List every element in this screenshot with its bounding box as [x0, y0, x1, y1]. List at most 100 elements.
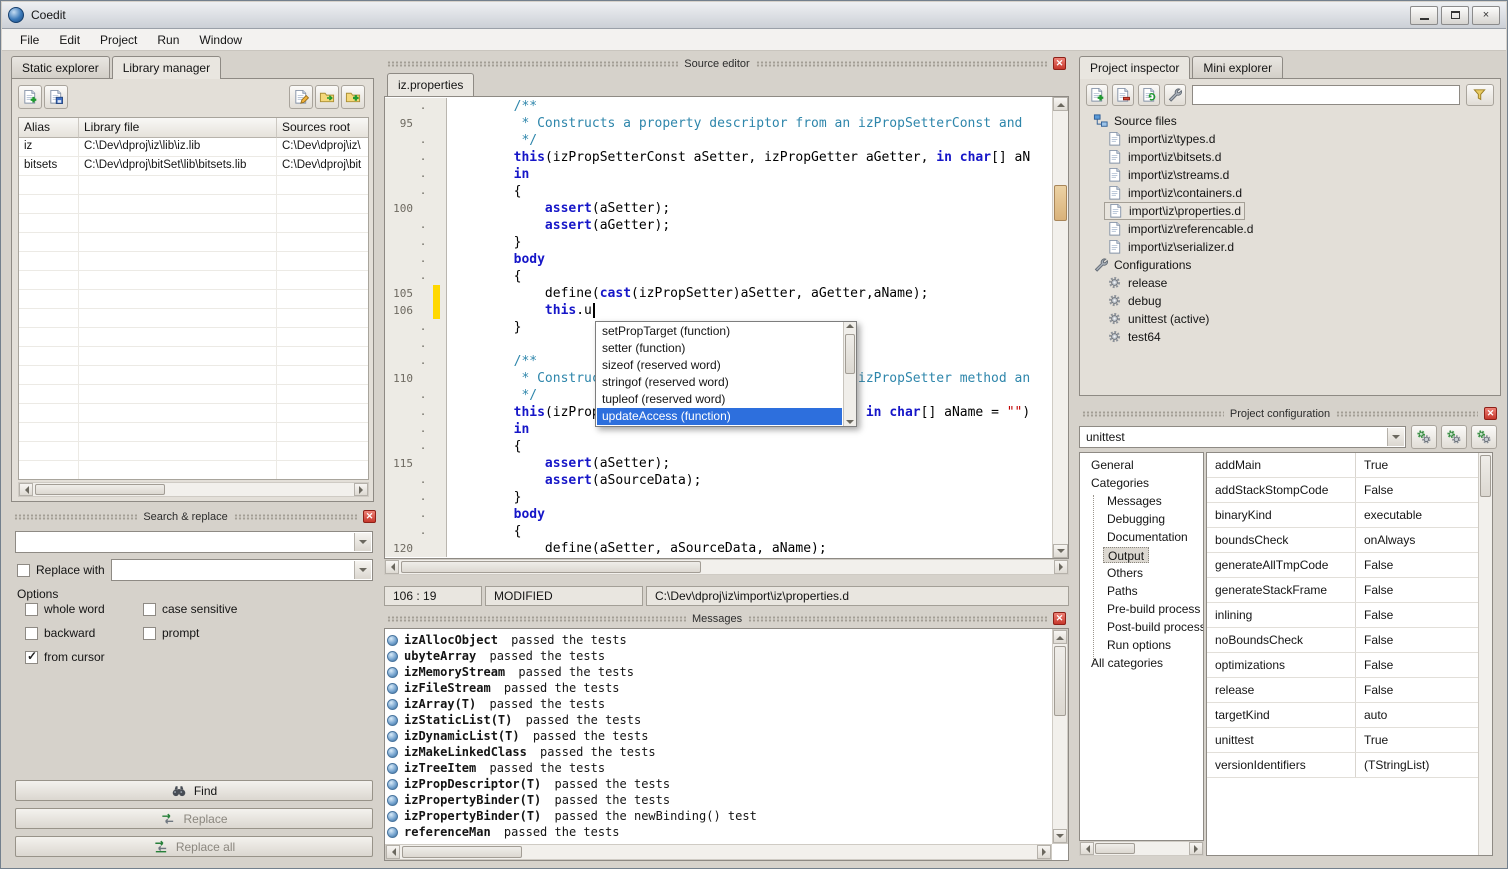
category-output[interactable]: Output — [1080, 546, 1203, 564]
category-debugging[interactable]: Debugging — [1080, 510, 1203, 528]
checkbox-backward[interactable]: backward — [25, 621, 143, 645]
code-line[interactable]: . in — [385, 166, 1052, 183]
messages-vscrollbar[interactable] — [1052, 629, 1068, 844]
replace-button[interactable]: Replace — [15, 808, 373, 829]
config-row-inlining[interactable]: inliningFalse — [1207, 603, 1492, 628]
config-row-generateStackFrame[interactable]: generateStackFrameFalse — [1207, 578, 1492, 603]
scroll-right-icon[interactable] — [1189, 842, 1203, 855]
config-row-targetKind[interactable]: targetKindauto — [1207, 703, 1492, 728]
table-row[interactable] — [19, 423, 368, 442]
close-config-panel-button[interactable]: ✕ — [1484, 407, 1497, 420]
code-line[interactable]: . body — [385, 506, 1052, 523]
config-row-binaryKind[interactable]: binaryKindexecutable — [1207, 503, 1492, 528]
completion-scrollbar[interactable] — [843, 322, 856, 426]
checkbox-box[interactable] — [25, 603, 38, 616]
column-header-sources-root[interactable]: Sources root — [277, 118, 369, 138]
save-libraries-button[interactable] — [44, 85, 68, 109]
completion-item[interactable]: updateAccess (function) — [597, 408, 842, 425]
checkbox-case-sensitive[interactable]: case sensitive — [143, 597, 355, 621]
select-sources-root-button[interactable] — [341, 85, 365, 109]
completion-item[interactable]: tupleof (reserved word) — [597, 391, 842, 408]
dropdown-arrow-icon[interactable] — [354, 561, 371, 579]
code-line[interactable]: . body — [385, 251, 1052, 268]
tree-item-import-iz-bitsets-d[interactable]: import\iz\bitsets.d — [1084, 148, 1496, 166]
code-line[interactable]: . { — [385, 183, 1052, 200]
checkbox-box[interactable] — [25, 627, 38, 640]
table-row[interactable]: bitsetsC:\Dev\dproj\bitSet\lib\bitsets.l… — [19, 157, 368, 176]
scrollbar-thumb[interactable] — [1054, 646, 1066, 716]
message-row[interactable]: izMakeLinkedClass passed the tests — [387, 744, 1050, 760]
scrollbar-thumb[interactable] — [1095, 843, 1135, 854]
message-row[interactable]: izStaticList(T) passed the tests — [387, 712, 1050, 728]
scrollbar-thumb[interactable] — [1054, 185, 1067, 221]
scroll-right-icon[interactable] — [354, 483, 368, 496]
scroll-left-icon[interactable] — [1080, 842, 1094, 855]
code-line[interactable]: . assert(aSourceData); — [385, 472, 1052, 489]
edit-alias-button[interactable] — [289, 85, 313, 109]
table-row[interactable] — [19, 309, 368, 328]
category-all-categories[interactable]: All categories — [1080, 654, 1203, 672]
add-library-button[interactable] — [18, 85, 42, 109]
code-line[interactable]: 115 assert(aSetter); — [385, 455, 1052, 472]
table-row[interactable] — [19, 461, 368, 480]
checkbox-whole-word[interactable]: whole word — [25, 597, 143, 621]
messages-hscrollbar[interactable] — [385, 844, 1052, 860]
category-run-options[interactable]: Run options — [1080, 636, 1203, 654]
close-editor-panel-button[interactable]: ✕ — [1053, 57, 1066, 70]
tree-item-unittest-active-[interactable]: unittest (active) — [1084, 310, 1496, 328]
scrollbar-thumb[interactable] — [401, 561, 701, 573]
scroll-up-icon[interactable] — [1053, 97, 1068, 111]
clear-filter-button[interactable] — [1466, 84, 1494, 106]
category-documentation[interactable]: Documentation — [1080, 528, 1203, 546]
library-table-hscrollbar[interactable] — [18, 482, 369, 497]
tree-item-import-iz-referencable-d[interactable]: import\iz\referencable.d — [1084, 220, 1496, 238]
table-row[interactable] — [19, 366, 368, 385]
config-row-boundsCheck[interactable]: boundsCheckonAlways — [1207, 528, 1492, 553]
message-row[interactable]: izDynamicList(T) passed the tests — [387, 728, 1050, 744]
tree-item-source-files[interactable]: Source files — [1084, 112, 1496, 130]
configuration-combo[interactable]: unittest — [1079, 426, 1406, 448]
code-line[interactable]: . { — [385, 523, 1052, 540]
config-row-unittest[interactable]: unittestTrue — [1207, 728, 1492, 753]
checkbox-box[interactable] — [143, 603, 156, 616]
find-button[interactable]: Find — [15, 780, 373, 801]
code-editor[interactable]: . /**95 * Constructs a property descript… — [384, 96, 1069, 559]
editor-hscrollbar[interactable] — [384, 559, 1069, 575]
scroll-down-icon[interactable] — [846, 420, 854, 428]
tab-library-manager[interactable]: Library manager — [112, 56, 221, 79]
scroll-left-icon[interactable] — [19, 483, 33, 496]
replace-with-checkbox[interactable] — [17, 564, 30, 577]
category-pre-build-process[interactable]: Pre-build process — [1080, 600, 1203, 618]
message-row[interactable]: referenceMan passed the tests — [387, 824, 1050, 840]
category-paths[interactable]: Paths — [1080, 582, 1203, 600]
scrollbar-thumb[interactable] — [35, 484, 165, 495]
table-row[interactable] — [19, 442, 368, 461]
categories-hscrollbar[interactable] — [1079, 841, 1204, 856]
message-row[interactable]: ubyteArray passed the tests — [387, 648, 1050, 664]
menu-item-run[interactable]: Run — [147, 30, 189, 50]
code-line[interactable]: . { — [385, 268, 1052, 285]
config-row-release[interactable]: releaseFalse — [1207, 678, 1492, 703]
tree-item-release[interactable]: release — [1084, 274, 1496, 292]
completion-item[interactable]: setter (function) — [597, 340, 842, 357]
tree-item-test64[interactable]: test64 — [1084, 328, 1496, 346]
category-others[interactable]: Others — [1080, 564, 1203, 582]
message-row[interactable]: izMemoryStream passed the tests — [387, 664, 1050, 680]
maximize-button[interactable] — [1441, 6, 1469, 25]
code-line[interactable]: 105 define(cast(izPropSetter)aSetter, aG… — [385, 285, 1052, 302]
add-configuration-button[interactable] — [1411, 425, 1437, 449]
column-header-library-file[interactable]: Library file — [79, 118, 277, 138]
replace-all-button[interactable]: Replace all — [15, 836, 373, 857]
message-row[interactable]: izArray(T) passed the tests — [387, 696, 1050, 712]
table-row[interactable] — [19, 290, 368, 309]
table-row[interactable] — [19, 195, 368, 214]
code-line[interactable]: . } — [385, 489, 1052, 506]
config-row-versionIdentifiers[interactable]: versionIdentifiers(TStringList) — [1207, 753, 1492, 778]
tab-mini-explorer[interactable]: Mini explorer — [1192, 56, 1283, 78]
dropdown-arrow-icon[interactable] — [1387, 428, 1404, 446]
tree-item-import-iz-types-d[interactable]: import\iz\types.d — [1084, 130, 1496, 148]
checkbox-prompt[interactable]: prompt — [143, 621, 355, 645]
select-library-file-button[interactable] — [315, 85, 339, 109]
code-line[interactable]: . { — [385, 438, 1052, 455]
column-header-alias[interactable]: Alias — [19, 118, 79, 138]
